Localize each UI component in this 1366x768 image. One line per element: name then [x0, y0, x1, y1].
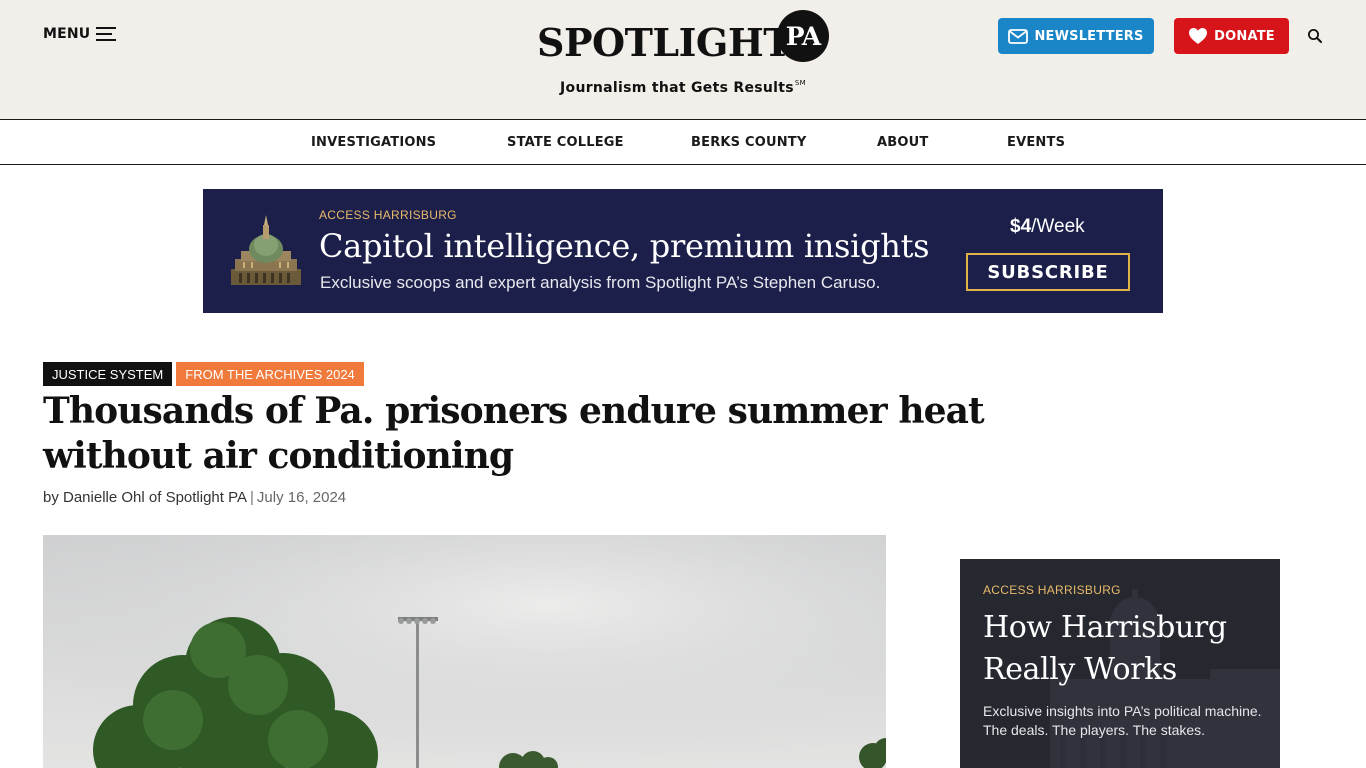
- price-period: /Week: [1031, 216, 1085, 237]
- nav-item-about[interactable]: ABOUT: [877, 135, 928, 150]
- nav-item-investigations[interactable]: INVESTIGATIONS: [311, 135, 436, 150]
- capitol-building-image: [231, 215, 301, 285]
- donate-button[interactable]: DONATE: [1174, 18, 1289, 54]
- site-logo[interactable]: SPOTLIGHT PA: [537, 10, 837, 70]
- tag-from-the-archives[interactable]: FROM THE ARCHIVES 2024: [176, 362, 364, 386]
- nav-item-events[interactable]: EVENTS: [1007, 135, 1065, 150]
- menu-label: MENU: [43, 26, 91, 42]
- service-mark: SM: [794, 79, 806, 87]
- nav-item-berks-county[interactable]: BERKS COUNTY: [691, 135, 806, 150]
- sidebar-ad-title: How Harrisburg Really Works: [983, 610, 1227, 687]
- donate-label: DONATE: [1214, 28, 1275, 44]
- main-navigation: INVESTIGATIONS STATE COLLEGE BERKS COUNT…: [0, 121, 1366, 165]
- nav-item-state-college[interactable]: STATE COLLEGE: [507, 135, 624, 150]
- hamburger-icon: [96, 27, 117, 41]
- article-headline: Thousands of Pa. prisoners endure summer…: [43, 390, 985, 477]
- sidebar-ad-kicker: ACCESS HARRISBURG: [983, 583, 1121, 597]
- byline-separator: |: [250, 489, 254, 506]
- masthead: MENU SPOTLIGHT PA Journalism that Gets R…: [0, 0, 1366, 120]
- hero-photo: [43, 535, 886, 768]
- newsletters-button[interactable]: NEWSLETTERS: [998, 18, 1154, 54]
- publish-date: July 16, 2024: [256, 489, 347, 506]
- sidebar-ad-subtitle: Exclusive insights into PA’s political m…: [983, 703, 1262, 738]
- banner-price: $4/Week: [1010, 216, 1085, 238]
- site-tagline: Journalism that Gets ResultsSM: [0, 79, 1366, 96]
- newsletters-label: NEWSLETTERS: [1034, 28, 1144, 44]
- logo-wordmark: SPOTLIGHT: [537, 20, 792, 65]
- search-icon: [1308, 29, 1322, 43]
- menu-button[interactable]: MENU: [43, 26, 117, 42]
- sidebar-ad[interactable]: ACCESS HARRISBURG How Harrisburg Really …: [960, 559, 1280, 768]
- logo-badge: PA: [777, 10, 829, 62]
- envelope-icon: [1008, 28, 1029, 44]
- heart-icon: [1189, 28, 1208, 44]
- article-byline: by Danielle Ohl of Spotlight PA | July 16,…: [43, 489, 346, 506]
- article-hero-image: [43, 535, 886, 768]
- subscription-banner-ad[interactable]: ACCESS HARRISBURG Capitol intelligence, …: [203, 189, 1163, 313]
- banner-title: Capitol intelligence, premium insights: [319, 227, 930, 265]
- tagline-text: Journalism that Gets Results: [560, 80, 794, 96]
- article-tags: JUSTICE SYSTEM FROM THE ARCHIVES 2024: [43, 362, 364, 386]
- banner-kicker: ACCESS HARRISBURG: [319, 208, 457, 222]
- banner-subtitle: Exclusive scoops and expert analysis fro…: [320, 273, 881, 292]
- search-button[interactable]: [1306, 27, 1324, 45]
- byline-author[interactable]: by Danielle Ohl of Spotlight PA: [43, 489, 247, 506]
- tag-justice-system[interactable]: JUSTICE SYSTEM: [43, 362, 173, 386]
- price-amount: $4: [1010, 216, 1032, 237]
- subscribe-button[interactable]: SUBSCRIBE: [966, 253, 1130, 291]
